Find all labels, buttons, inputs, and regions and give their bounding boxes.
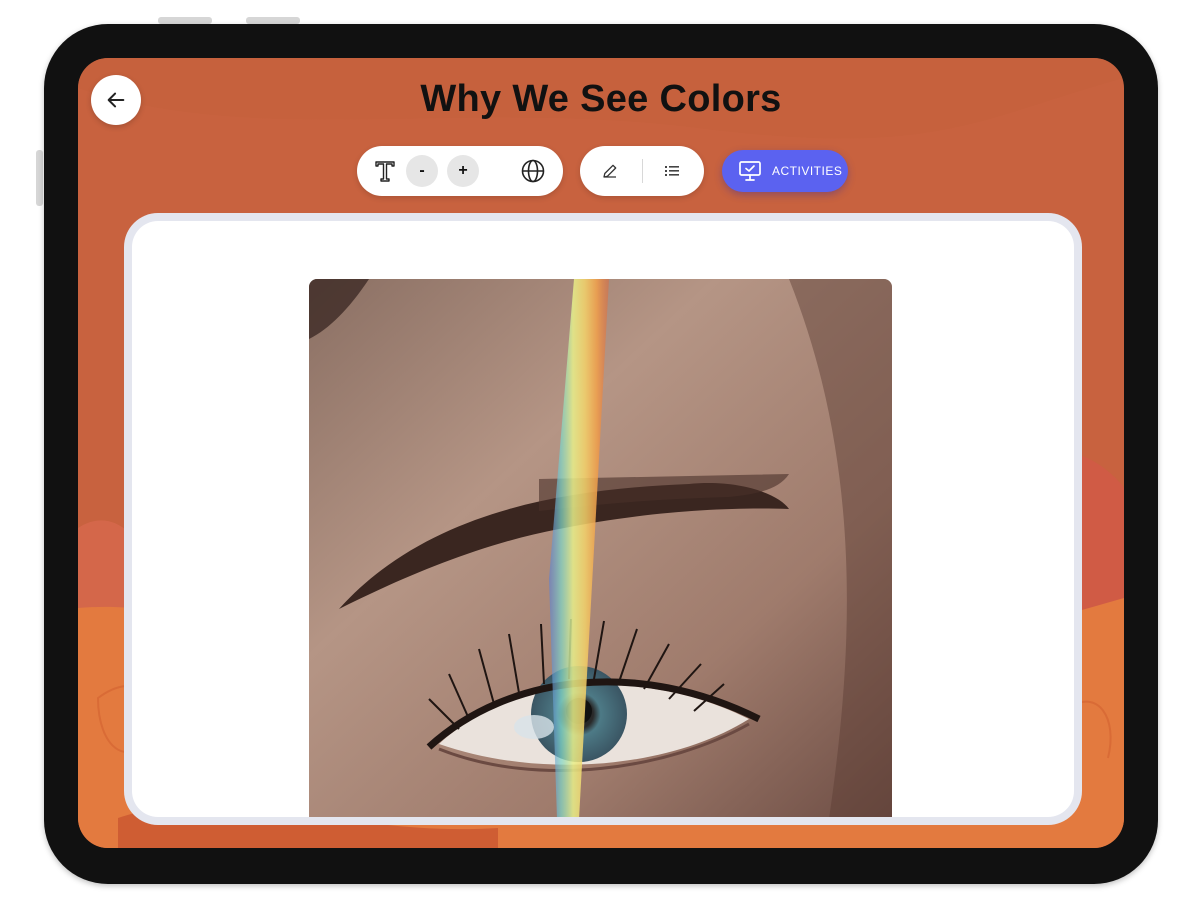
annotate-button[interactable] [596,159,624,183]
content-card-frame [124,213,1082,825]
list-button[interactable] [658,159,686,183]
globe-icon [521,159,545,183]
text-tools-pill: - + [357,146,563,196]
side-button [36,150,43,206]
text-size-icon [375,161,395,182]
tablet-frame: Why We See Colors - + ACTIVITIES [44,24,1158,884]
page-title: Why We See Colors [420,78,782,120]
eye-rainbow-photo [309,279,892,817]
monitor-check-icon [739,161,761,181]
annotation-tools-pill [580,146,704,196]
list-icon [665,166,679,176]
content-card [132,221,1074,817]
photo-illustration [309,279,892,817]
pencil-icon [603,164,617,178]
volume-button-top [158,17,212,24]
increase-text-button[interactable]: + [447,155,479,187]
volume-button-top-2 [246,17,300,24]
activities-label: ACTIVITIES [772,164,843,178]
text-size-button[interactable] [369,155,401,187]
app-screen: Why We See Colors - + ACTIVITIES [78,58,1124,848]
pill-divider [642,159,643,183]
decrease-text-button[interactable]: - [406,155,438,187]
activities-button[interactable]: ACTIVITIES [722,150,848,192]
language-button[interactable] [517,155,549,187]
